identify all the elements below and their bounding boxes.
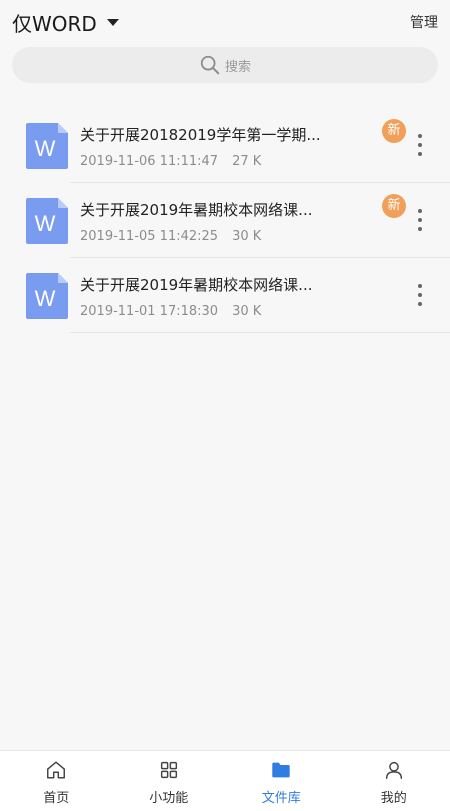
user-icon — [385, 761, 402, 779]
tab-home[interactable]: 首页 — [0, 751, 113, 811]
tab-label: 小功能 — [149, 791, 189, 806]
tab-label: 首页 — [43, 791, 70, 806]
file-name: 关于开展2019年暑期校本网络课... — [80, 276, 313, 294]
grid-icon — [160, 761, 177, 779]
file-row[interactable]: W 关于开展20182019学年第一学期... 2019-11-06 11:11… — [0, 108, 450, 183]
svg-text:W: W — [35, 286, 56, 311]
file-size: 30 K — [232, 229, 262, 244]
bottom-tab-bar: 首页 小功能 文件库 我的 — [0, 750, 450, 811]
more-options-icon[interactable] — [414, 134, 426, 156]
file-date: 2019-11-05 11:42:25 — [80, 229, 219, 244]
new-badge: 新 — [382, 119, 406, 143]
caret-down-icon — [106, 19, 119, 26]
file-row[interactable]: W 关于开展2019年暑期校本网络课... 2019-11-05 11:42:2… — [0, 183, 450, 258]
new-badge: 新 — [382, 194, 406, 218]
file-date: 2019-11-06 11:11:47 — [80, 154, 219, 169]
svg-text:W: W — [35, 136, 56, 161]
tab-label: 我的 — [380, 791, 407, 806]
file-meta: 2019-11-01 17:18:30 30 K — [80, 304, 261, 319]
file-name: 关于开展20182019学年第一学期... — [80, 126, 321, 144]
word-file-icon: W — [26, 123, 68, 169]
word-file-icon: W — [26, 198, 68, 244]
manage-button[interactable]: 管理 — [410, 12, 438, 32]
file-size: 27 K — [232, 154, 262, 169]
tab-file-library[interactable]: 文件库 — [225, 751, 338, 811]
search-bar[interactable]: 搜索 — [12, 47, 438, 83]
file-meta: 2019-11-05 11:42:25 30 K — [80, 229, 261, 244]
file-meta: 2019-11-06 11:11:47 27 K — [80, 154, 261, 169]
more-options-icon[interactable] — [414, 284, 426, 306]
file-name: 关于开展2019年暑期校本网络课... — [80, 201, 313, 219]
file-size: 30 K — [232, 304, 262, 319]
home-icon — [47, 761, 66, 779]
svg-text:W: W — [35, 211, 56, 236]
page-title: 仅WORD — [12, 12, 97, 36]
more-options-icon[interactable] — [414, 209, 426, 231]
tab-tools[interactable]: 小功能 — [113, 751, 226, 811]
app-header: 仅WORD 管理 — [0, 0, 450, 44]
row-divider — [70, 332, 450, 333]
file-row[interactable]: W 关于开展2019年暑期校本网络课... 2019-11-01 17:18:3… — [0, 258, 450, 333]
folder-icon — [272, 762, 290, 778]
tab-label: 文件库 — [261, 791, 301, 806]
search-placeholder: 搜索 — [224, 59, 251, 75]
filter-dropdown[interactable]: 仅WORD — [12, 8, 119, 37]
file-list: W 关于开展20182019学年第一学期... 2019-11-06 11:11… — [0, 108, 450, 333]
search-icon — [200, 55, 220, 75]
word-file-icon: W — [26, 273, 68, 319]
tab-mine[interactable]: 我的 — [338, 751, 450, 811]
file-date: 2019-11-01 17:18:30 — [80, 304, 219, 319]
